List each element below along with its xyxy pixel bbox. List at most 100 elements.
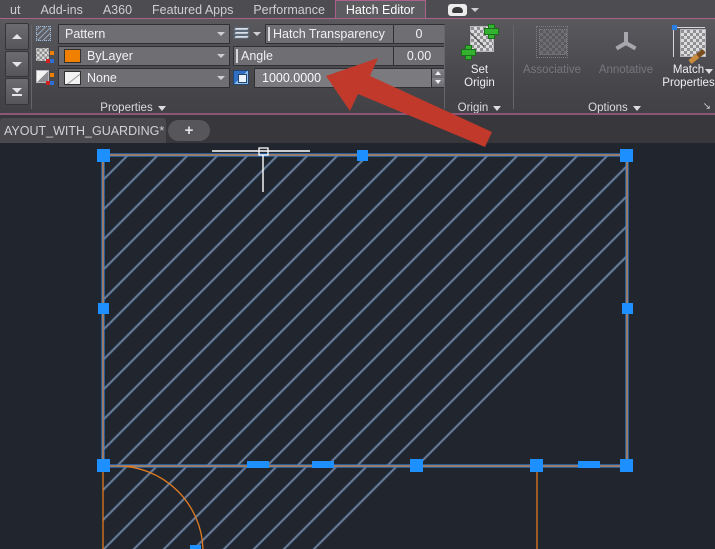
- new-layout-tab-button[interactable]: +: [168, 120, 210, 141]
- hatch-angle-label: Angle: [233, 45, 394, 66]
- hatch-transparency-value[interactable]: 0: [394, 23, 445, 44]
- hatch-type-combo[interactable]: Pattern: [58, 23, 230, 44]
- hatch-type-value: Pattern: [65, 26, 106, 41]
- grip-mid-bottom: [410, 459, 423, 472]
- grip-mid-bottom-2: [530, 459, 543, 472]
- origin-panel: Set Origin Origin: [445, 19, 514, 115]
- layers-transparency-icon: [232, 26, 251, 42]
- options-panel: Associative Annotative Match Properties …: [514, 19, 715, 115]
- match-properties-icon: [670, 23, 708, 65]
- dialog-launcher-icon[interactable]: ↘: [703, 101, 711, 112]
- spinner-up-icon[interactable]: [432, 68, 444, 78]
- hatch-type-row[interactable]: Pattern: [33, 23, 233, 44]
- ribbon-tab-label: Performance: [253, 2, 325, 17]
- plus-icon: +: [184, 122, 194, 139]
- hatch-transparency-label: Hatch Transparency: [265, 23, 394, 44]
- hatch-scale-icon: [233, 70, 249, 85]
- grip-edge-marker-1: [247, 461, 269, 468]
- panel-divider: [31, 25, 32, 109]
- tab-bar-filler: [487, 0, 715, 19]
- associative-icon: [533, 23, 571, 61]
- drawing-canvas[interactable]: [0, 143, 715, 549]
- spinner-down-icon[interactable]: [432, 77, 444, 87]
- ribbon-tab-ut[interactable]: ut: [0, 0, 30, 19]
- hatch-background-color-icon: [33, 68, 55, 87]
- chevron-down-icon[interactable]: [253, 31, 261, 36]
- ribbon-tab-performance[interactable]: Performance: [243, 0, 335, 19]
- origin-panel-label[interactable]: Origin: [445, 102, 514, 114]
- chevron-down-icon[interactable]: [213, 47, 229, 65]
- annotative-button[interactable]: Annotative: [590, 23, 662, 77]
- chevron-down-icon[interactable]: [157, 105, 166, 111]
- grip-edge-marker-2: [312, 461, 334, 468]
- set-origin-button[interactable]: Set Origin: [445, 23, 514, 90]
- grip-arc-end: [190, 545, 201, 549]
- hatch-color-value: ByLayer: [87, 48, 133, 63]
- chevron-down-icon[interactable]: [493, 105, 502, 111]
- hatch-background-color-combo[interactable]: None: [58, 67, 230, 88]
- hatch-background-color-row[interactable]: None: [33, 67, 233, 88]
- associative-label: Associative: [522, 64, 582, 76]
- hatch-pattern-bottom: [103, 466, 399, 549]
- lower-geometry[interactable]: [102, 465, 538, 549]
- grip-mid-top: [357, 150, 368, 161]
- ribbon-tab-add-ins[interactable]: Add-ins: [30, 0, 92, 19]
- ribbon-tab-bar: ut Add-ins A360 Featured Apps Performanc…: [0, 0, 715, 19]
- associative-button[interactable]: Associative: [514, 23, 590, 77]
- ribbon-tab-label: ut: [10, 2, 21, 17]
- match-properties-label: Match Properties: [662, 64, 715, 89]
- ribbon-tab-label: Add-ins: [40, 2, 83, 17]
- drawing-svg: [97, 147, 633, 549]
- grip-corner-top-right: [620, 149, 633, 162]
- annotative-label: Annotative: [598, 64, 654, 76]
- hatch-transparency-row[interactable]: Hatch Transparency 0: [232, 23, 445, 44]
- autocad-window: ut Add-ins A360 Featured Apps Performanc…: [0, 0, 715, 549]
- ribbon-tab-label: Hatch Editor: [345, 3, 415, 17]
- options-panel-label[interactable]: Options: [514, 102, 715, 114]
- chevron-down-icon[interactable]: [705, 69, 713, 74]
- hatch-scale-field[interactable]: 1000.0000: [254, 67, 432, 88]
- grip-corner-bottom-right: [620, 459, 633, 472]
- hatch-color-row[interactable]: ByLayer: [33, 45, 233, 66]
- grip-mid-left: [98, 303, 109, 314]
- hatch-color-swatch: [64, 48, 81, 63]
- scroll-to-end-icon[interactable]: [5, 78, 29, 106]
- chevron-down-icon[interactable]: [470, 7, 479, 12]
- ribbon-tab-featured-apps[interactable]: Featured Apps: [142, 0, 243, 19]
- hatch-color-icon: [33, 46, 55, 65]
- hatch-background-swatch: [64, 70, 81, 85]
- scroll-up-icon[interactable]: [5, 23, 29, 50]
- ribbon: Pattern ByLayer None Properties Hatch Tr…: [0, 19, 715, 115]
- properties-panel: Pattern ByLayer None Properties: [33, 19, 233, 115]
- grip-mid-right: [622, 303, 633, 314]
- chevron-down-icon[interactable]: [213, 69, 229, 87]
- cloud-button-icon[interactable]: [447, 3, 467, 16]
- properties-panel-label[interactable]: Properties: [33, 102, 233, 114]
- hatch-angle-value[interactable]: 0.00: [394, 45, 445, 66]
- ribbon-tab-hatch-editor[interactable]: Hatch Editor: [334, 0, 426, 19]
- annotative-icon: [607, 23, 645, 61]
- grip-corner-top-left: [97, 149, 110, 162]
- set-origin-label: Set Origin: [464, 64, 495, 89]
- layout-tab-label: AYOUT_WITH_GUARDING*: [4, 123, 165, 138]
- ribbon-tab-label: Featured Apps: [152, 2, 234, 17]
- hatch-color-combo[interactable]: ByLayer: [58, 45, 230, 66]
- cloud-button-group[interactable]: [440, 0, 487, 19]
- panel-scroll-rail[interactable]: [5, 23, 29, 106]
- chevron-down-icon[interactable]: [213, 25, 229, 43]
- ribbon-tab-label: A360: [102, 2, 133, 17]
- hatch-scale-row[interactable]: 1000.0000: [233, 67, 445, 88]
- set-origin-icon: [460, 23, 499, 61]
- layout-tab[interactable]: AYOUT_WITH_GUARDING* ×: [0, 118, 179, 143]
- layout-tab-strip: AYOUT_WITH_GUARDING* × +: [0, 115, 715, 143]
- ribbon-tab-a360[interactable]: A360: [93, 0, 142, 19]
- hatch-type-icon: [33, 24, 55, 43]
- hatch-angle-row[interactable]: Angle 0.00: [233, 45, 445, 66]
- grip-edge-marker-3: [578, 461, 600, 468]
- hatch-values-panel: Hatch Transparency 0 Angle 0.00 1000.000…: [232, 19, 445, 115]
- scroll-down-icon[interactable]: [5, 50, 29, 78]
- hatch-background-value: None: [87, 70, 117, 85]
- grip-corner-bottom-left: [97, 459, 110, 472]
- match-properties-button[interactable]: Match Properties: [662, 23, 715, 90]
- chevron-down-icon[interactable]: [632, 105, 641, 111]
